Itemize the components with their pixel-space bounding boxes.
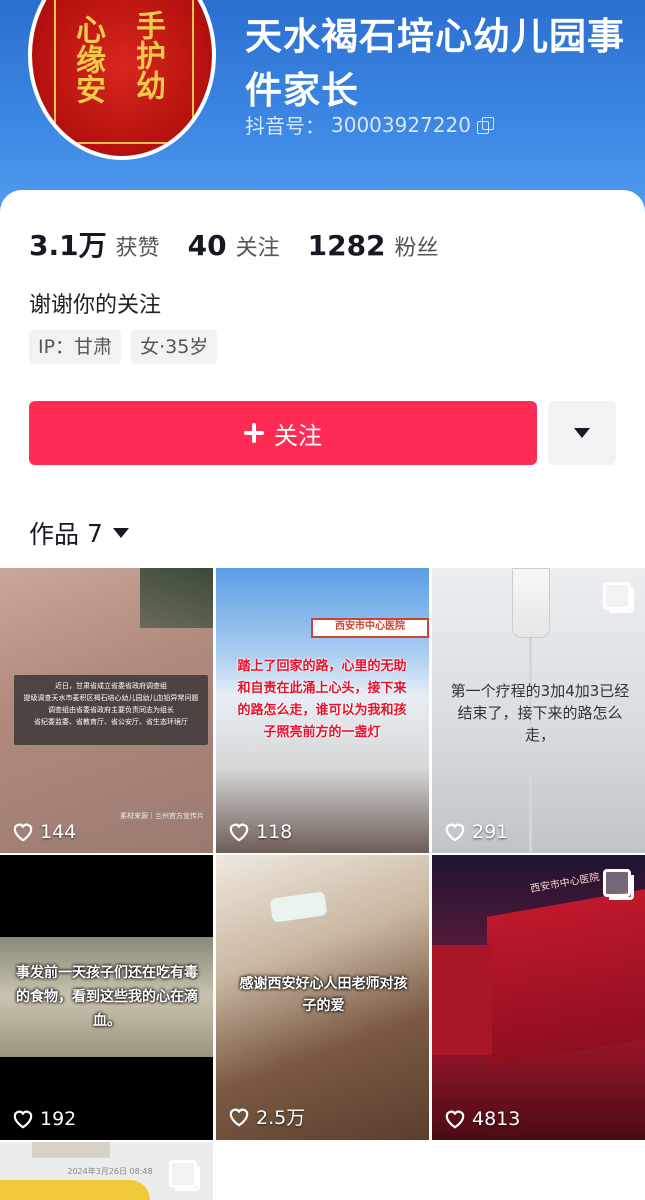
avatar-text-right: 手护幼 — [130, 10, 165, 100]
follow-label: 关注 — [274, 421, 322, 450]
video-caption: 踏上了回家的路，心里的无助和自责在此涌上心头，接下来的路怎么走，谁可以为我和孩子… — [237, 659, 407, 740]
like-count: 192 — [12, 1108, 76, 1130]
video-date: 2024年3月26日 08:48 — [67, 1167, 153, 1176]
image-detail — [140, 568, 213, 628]
like-number: 4813 — [472, 1108, 521, 1130]
like-count: 4813 — [444, 1108, 520, 1130]
video-tile[interactable]: 西安市中心医院 4813 — [432, 855, 645, 1140]
like-count: 2.5万 — [228, 1103, 305, 1130]
chevron-down-icon — [574, 428, 590, 438]
multi-image-icon — [603, 582, 634, 613]
works-tab[interactable]: 作品 7 — [29, 515, 129, 551]
stat-likes[interactable]: 3.1万 获赞 — [29, 224, 160, 264]
video-tile[interactable]: 第一个疗程的3加4加3已经结束了，接下来的路怎么走， 291 — [432, 568, 645, 853]
douyin-id-row: 抖音号： 30003927220 — [245, 110, 494, 139]
works-count: 7 — [87, 518, 103, 548]
stat-number: 3.1万 — [29, 229, 107, 262]
stat-label: 获赞 — [115, 236, 160, 261]
video-tile[interactable]: 近日，甘肃省成立省委省政府调查组 提级调查天水市麦积区褐石培心幼儿园幼儿血铅异常… — [0, 568, 213, 853]
bio-text: 谢谢你的关注 — [29, 293, 162, 318]
stat-followers[interactable]: 1282 粉丝 — [308, 229, 439, 262]
stat-number: 1282 — [307, 229, 386, 262]
ip-tag: IP：甘肃 — [29, 330, 122, 364]
multi-image-icon — [169, 1160, 200, 1191]
stat-label: 关注 — [235, 236, 280, 261]
like-count: 118 — [228, 821, 292, 843]
multi-image-icon — [603, 869, 634, 900]
profile-page: 心缘安 手护幼 天水褐石培心幼儿园事件家长 抖音号： 30003927220 3… — [0, 0, 645, 1200]
douyin-id-label: 抖音号： — [245, 114, 325, 138]
video-tile[interactable]: 2024年3月26日 08:48 — [0, 1142, 213, 1200]
video-caption: 感谢西安好心人田老师对孩子的爱 — [239, 976, 408, 1014]
video-caption: 近日，甘肃省成立省委省政府调查组 提级调查天水市麦积区褐石培心幼儿园幼儿血铅异常… — [23, 682, 199, 726]
heart-icon — [444, 822, 466, 842]
like-number: 144 — [40, 821, 77, 843]
yellow-shape — [0, 1180, 150, 1200]
wristband — [269, 891, 328, 923]
heart-icon — [12, 822, 34, 842]
video-footer: 素材来源｜兰州官方宣传片 — [120, 812, 204, 820]
like-number: 2.5万 — [256, 1107, 306, 1129]
heart-icon — [444, 1109, 466, 1129]
video-tile[interactable]: 西安市中心医院 踏上了回家的路，心里的无助和自责在此涌上心头，接下来的路怎么走，… — [216, 568, 429, 853]
caret-down-icon — [112, 528, 129, 538]
video-tile[interactable]: 感谢西安好心人田老师对孩子的爱 2.5万 — [216, 855, 429, 1140]
plus-icon — [244, 423, 264, 443]
douyin-id-value: 30003927220 — [331, 112, 471, 137]
iv-bag — [512, 568, 550, 638]
like-number: 192 — [40, 1108, 77, 1130]
avatar-text-left: 心缘安 — [70, 14, 105, 104]
video-caption: 第一个疗程的3加4加3已经结束了，接下来的路怎么走， — [450, 682, 630, 744]
heart-icon — [228, 1107, 250, 1127]
works-label: 作品 — [29, 520, 80, 549]
stat-following[interactable]: 40 关注 — [188, 229, 280, 262]
video-tile[interactable]: 事发前一天孩子们还在吃有毒的食物，看到这些我的心在滴血。 192 — [0, 855, 213, 1140]
like-number: 118 — [256, 821, 293, 843]
stat-number: 40 — [187, 229, 227, 262]
like-count: 144 — [12, 821, 76, 843]
heart-icon — [12, 1109, 34, 1129]
heart-icon — [228, 822, 250, 842]
side-building — [432, 945, 492, 1055]
stat-label: 粉丝 — [394, 236, 439, 261]
more-options-button[interactable] — [548, 401, 616, 465]
follow-button[interactable]: 关注 — [29, 401, 537, 465]
tags-row: IP：甘肃 女·35岁 — [29, 330, 218, 364]
like-number: 291 — [472, 821, 509, 843]
like-count: 291 — [444, 821, 508, 843]
hospital-building — [487, 889, 645, 1067]
profile-name: 天水褐石培心幼儿园事件家长 — [245, 15, 625, 112]
video-caption: 事发前一天孩子们还在吃有毒的食物，看到这些我的心在滴血。 — [16, 965, 198, 1029]
gender-age-tag: 女·35岁 — [131, 330, 218, 364]
thumbnail-strip — [32, 1142, 110, 1158]
copy-icon[interactable] — [476, 116, 494, 134]
avatar[interactable]: 心缘安 手护幼 — [28, 0, 216, 160]
sign-text: 西安市中心医院 — [335, 621, 405, 632]
stats-row: 3.1万 获赞 40 关注 1282 粉丝 — [29, 224, 467, 264]
